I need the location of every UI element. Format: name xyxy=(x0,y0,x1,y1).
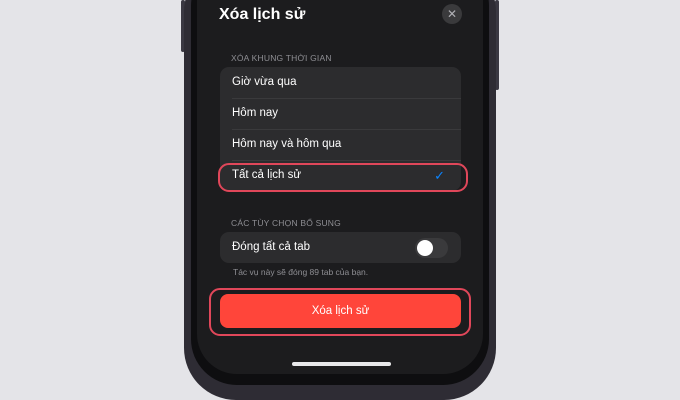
close-all-tabs-row: Đóng tất cả tab xyxy=(220,232,461,263)
option-label: Hôm nay và hôm qua xyxy=(232,138,342,150)
highlight-ring-all-history xyxy=(218,163,468,192)
additional-options-section-label: CÁC TÙY CHỌN BỔ SUNG xyxy=(231,218,341,228)
option-last-hour[interactable]: Giờ vừa qua xyxy=(220,67,461,98)
option-today[interactable]: Hôm nay xyxy=(220,98,461,129)
additional-options-group: Đóng tất cả tab xyxy=(220,232,461,263)
home-indicator xyxy=(292,362,391,366)
close-icon: ✕ xyxy=(446,7,458,21)
option-label: Hôm nay xyxy=(232,107,279,119)
sheet-title: Xóa lịch sử xyxy=(219,6,306,23)
highlight-ring-clear-button xyxy=(209,288,471,336)
timeframe-section-label: XÓA KHUNG THỜI GIAN xyxy=(231,53,332,63)
close-button[interactable]: ✕ xyxy=(442,4,462,24)
option-today-and-yesterday[interactable]: Hôm nay và hôm qua xyxy=(220,129,461,160)
close-all-tabs-toggle[interactable] xyxy=(415,238,448,258)
toggle-knob xyxy=(417,240,433,256)
option-label: Giờ vừa qua xyxy=(232,76,297,88)
close-all-tabs-label: Đóng tất cả tab xyxy=(232,241,310,253)
close-tabs-note: Tác vụ này sẽ đóng 89 tab của bạn. xyxy=(233,267,369,277)
